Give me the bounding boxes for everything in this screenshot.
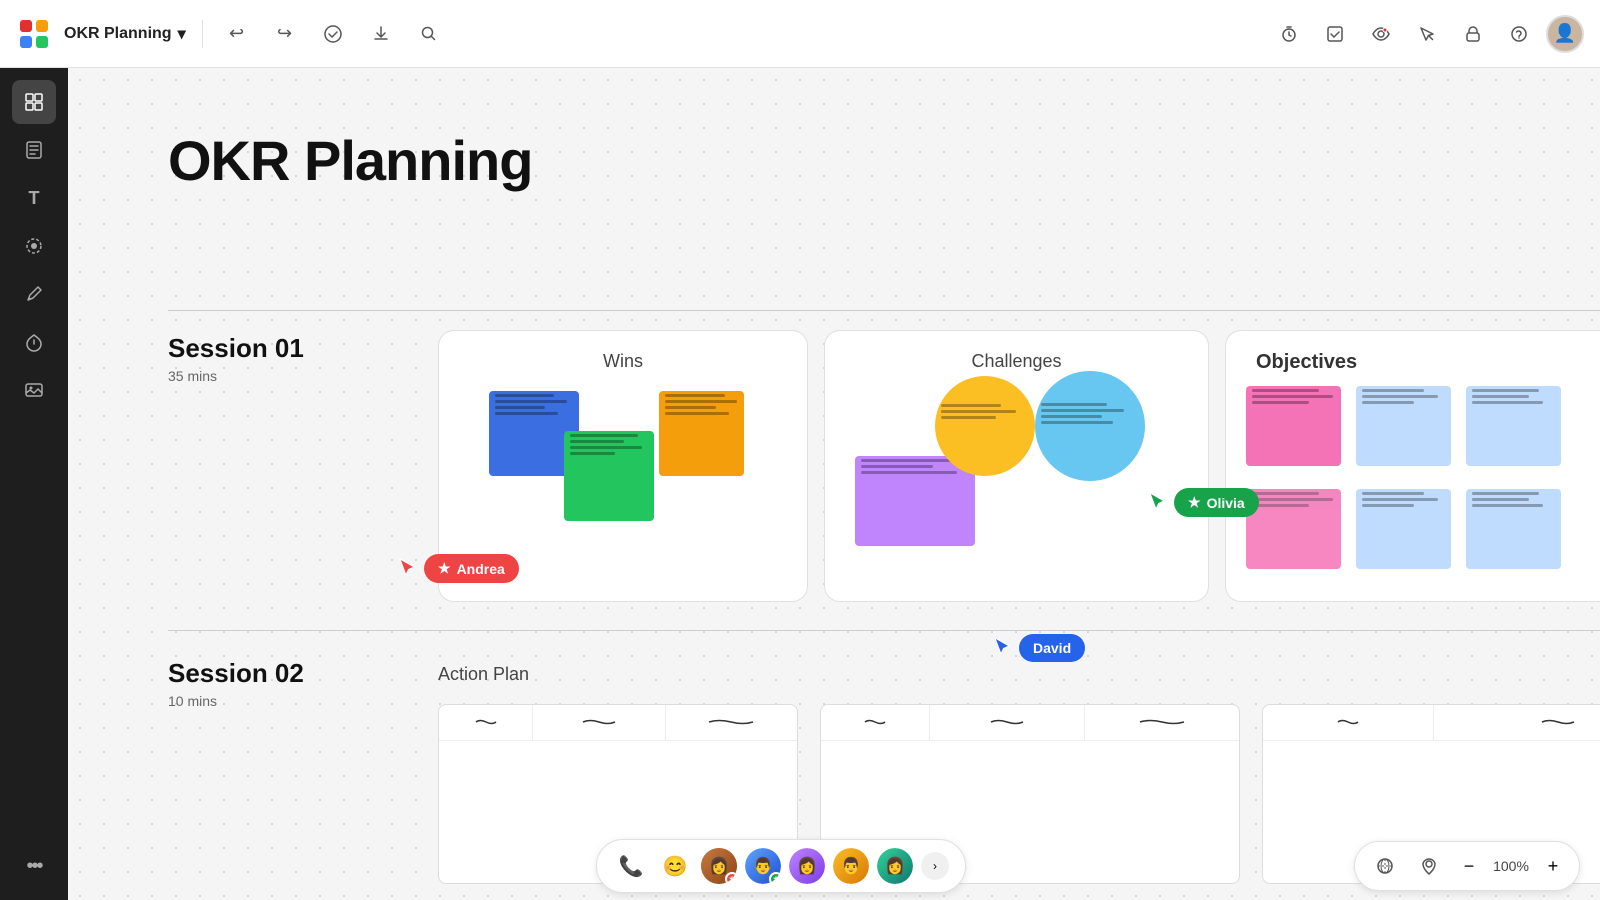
divider-session1-bottom <box>168 630 1600 631</box>
user-avatar[interactable]: 👤 <box>1546 15 1584 53</box>
sidebar-item-text[interactable]: T <box>12 176 56 220</box>
wins-title: Wins <box>459 351 787 372</box>
toolbar-right: 👤 <box>1270 15 1584 53</box>
cursor-andrea: ★ Andrea <box>398 554 519 583</box>
challenges-frame: Challenges <box>824 330 1209 602</box>
view-button[interactable] <box>1362 15 1400 53</box>
sticky-pink-2[interactable] <box>1246 489 1341 569</box>
app-title[interactable]: OKR Planning ▾ <box>64 24 186 44</box>
cursor-olivia: ★ Olivia <box>1148 488 1259 517</box>
action-plan-title: Action Plan <box>438 664 529 685</box>
canvas[interactable]: OKR Planning Session 01 35 mins Wins <box>68 68 1600 900</box>
objectives-title: Objectives <box>1246 351 1600 374</box>
dropdown-icon: ▾ <box>178 24 186 44</box>
sticky-purple-1[interactable] <box>855 456 975 546</box>
session-01-label: Session 01 35 mins <box>168 333 304 384</box>
emoji-button[interactable]: 😊 <box>657 848 693 884</box>
sidebar-item-media[interactable] <box>12 368 56 412</box>
download-button[interactable] <box>363 16 399 52</box>
sidebar: T <box>0 68 68 900</box>
zoom-out-button[interactable]: − <box>1455 852 1483 880</box>
check-button[interactable] <box>315 16 351 52</box>
map-button[interactable] <box>1367 848 1403 884</box>
cursor-andrea-label: ★ Andrea <box>424 554 519 583</box>
sticky-yellow-1[interactable] <box>659 391 744 476</box>
help-button[interactable] <box>1500 15 1538 53</box>
app-logo[interactable] <box>16 16 52 52</box>
sidebar-item-draw[interactable] <box>12 272 56 316</box>
avatar-1[interactable]: 👩 ★ <box>701 848 737 884</box>
cursor-olivia-label: ★ Olivia <box>1174 488 1259 517</box>
divider-session1-top <box>168 310 1600 311</box>
sticky-lightblue-2[interactable] <box>1466 386 1561 466</box>
toolbar-separator <box>202 20 203 48</box>
objectives-frame: Objectives <box>1225 330 1600 602</box>
cursor-button[interactable] <box>1408 15 1446 53</box>
search-button[interactable] <box>411 16 447 52</box>
zoom-level: 100% <box>1491 858 1531 874</box>
session-02-label: Session 02 10 mins <box>168 658 304 709</box>
tasks-button[interactable] <box>1316 15 1354 53</box>
avatar-3[interactable]: 👩 <box>789 848 825 884</box>
cursor-david: David <box>993 634 1085 662</box>
sidebar-item-notes[interactable] <box>12 128 56 172</box>
phone-button[interactable]: 📞 <box>613 848 649 884</box>
sticky-lightblue-1[interactable] <box>1356 386 1451 466</box>
avatar-5[interactable]: 👩 <box>877 848 913 884</box>
sticky-lightblue-3[interactable] <box>1356 489 1451 569</box>
avatar-1-badge: ★ <box>725 872 737 884</box>
undo-button[interactable]: ↩ <box>219 16 255 52</box>
bottom-bar: 📞 😊 👩 ★ 👨 ★ 👩 👨 <box>68 832 1600 900</box>
avatar-4[interactable]: 👨 <box>833 848 869 884</box>
cursor-david-label: David <box>1019 634 1085 662</box>
sticky-blue-circle[interactable] <box>1035 371 1145 481</box>
lock-button[interactable] <box>1454 15 1492 53</box>
sticky-lightblue-4[interactable] <box>1466 489 1561 569</box>
avatar-2-badge: ★ <box>769 872 781 884</box>
page-title: OKR Planning <box>168 128 532 193</box>
redo-button[interactable]: ↪ <box>267 16 303 52</box>
location-button[interactable] <box>1411 848 1447 884</box>
timer-button[interactable] <box>1270 15 1308 53</box>
sticky-yellow-circle[interactable] <box>935 376 1035 476</box>
zoom-in-button[interactable]: + <box>1539 852 1567 880</box>
zoom-controls: − 100% + <box>1354 841 1580 891</box>
collaboration-bar: 📞 😊 👩 ★ 👨 ★ 👩 👨 <box>596 839 966 893</box>
sticky-pink-1[interactable] <box>1246 386 1341 466</box>
main-layout: T <box>0 68 1600 900</box>
sticky-green-1[interactable] <box>564 431 654 521</box>
sidebar-item-frames[interactable] <box>12 80 56 124</box>
toolbar: OKR Planning ▾ ↩ ↪ <box>0 0 1600 68</box>
sidebar-item-shapes[interactable] <box>12 224 56 268</box>
more-avatars-button[interactable]: › <box>921 852 949 880</box>
sidebar-item-library[interactable] <box>12 320 56 364</box>
sidebar-item-more[interactable]: ••• <box>12 844 56 888</box>
avatar-2[interactable]: 👨 ★ <box>745 848 781 884</box>
challenges-title: Challenges <box>845 351 1188 372</box>
